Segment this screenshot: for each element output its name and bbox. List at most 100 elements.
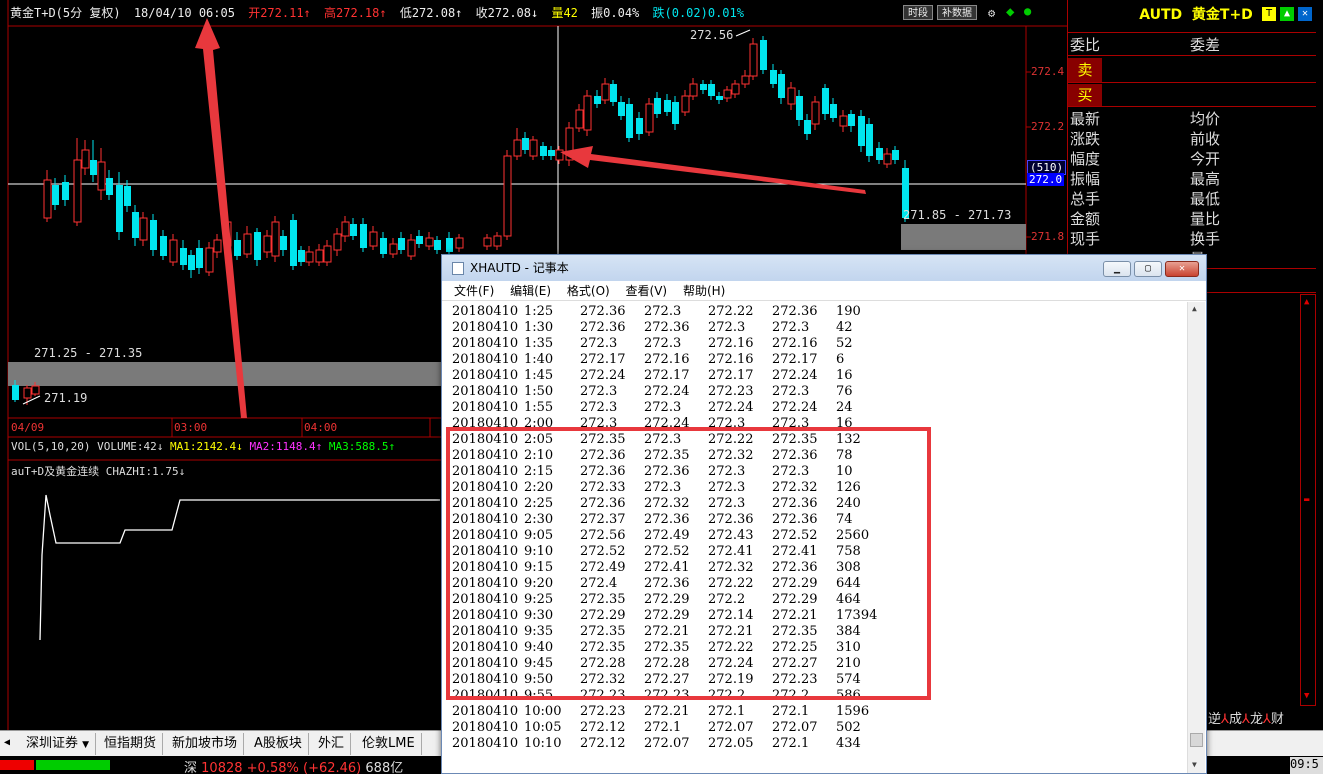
candle-body [610, 84, 617, 102]
notepad-cell: 272.3 [708, 480, 746, 495]
candle-body [234, 240, 241, 256]
notepad-cell: 272.21 [772, 608, 818, 623]
candle-body [503, 155, 512, 237]
notepad-cell: 464 [836, 592, 861, 607]
notepad-cell: 2:05 [524, 432, 554, 447]
minimize-button[interactable]: ▁ [1103, 261, 1131, 277]
menu-help[interactable]: 帮助(H) [683, 284, 725, 298]
pin-icon[interactable]: T [1262, 7, 1276, 21]
tab-singapore[interactable]: 新加坡市场 [166, 733, 245, 755]
candle-body [689, 83, 698, 97]
candle-body [116, 185, 123, 232]
notepad-cell: 272.2 [708, 592, 746, 607]
notepad-cell: 272.16 [644, 352, 690, 367]
scroll-down-icon[interactable]: ▼ [1304, 691, 1309, 701]
time-tick: 04/09 [11, 421, 45, 434]
candle-body [749, 43, 758, 77]
close-button[interactable]: ✕ [1165, 261, 1199, 277]
tab-hsi-futures[interactable]: 恒指期货 [98, 733, 164, 755]
notepad-cell: 272.25 [772, 640, 818, 655]
notepad-cell: 758 [836, 544, 861, 559]
menu-view[interactable]: 查看(V) [626, 284, 668, 298]
notepad-cell: 2:25 [524, 496, 554, 511]
candle-body [594, 96, 601, 104]
candle-body [43, 179, 52, 219]
notepad-cell: 272.3 [708, 416, 746, 431]
candle-body [522, 138, 529, 150]
notepad-cell: 9:50 [524, 672, 554, 687]
notepad-cell: 272.17 [708, 368, 754, 383]
notepad-cell: 272.2 [708, 688, 746, 703]
expand-icon[interactable]: ▲ [1280, 7, 1294, 21]
tab-shenzhen[interactable]: 深圳证券 ▼ [20, 733, 97, 755]
menu-edit[interactable]: 编辑(E) [510, 284, 551, 298]
notepad-cell: 1:40 [524, 352, 554, 367]
candle-body [796, 96, 803, 120]
menu-format[interactable]: 格式(O) [567, 284, 610, 298]
notepad-cell: 20180410 [452, 464, 519, 479]
panel-tabs[interactable]: 逆⅄成⅄龙⅄财 [1208, 708, 1318, 728]
notepad-cell: 52 [836, 336, 853, 351]
candle-body [360, 224, 367, 248]
notepad-cell: 272.41 [644, 560, 690, 575]
notepad-cell: 272.1 [772, 736, 810, 751]
tab-forex[interactable]: 外汇 [312, 733, 352, 755]
candle-body [124, 186, 131, 206]
candle-body [892, 150, 899, 160]
notepad-cell: 9:15 [524, 560, 554, 575]
close-icon[interactable]: ✕ [1298, 7, 1312, 21]
tab-a-share-sectors[interactable]: A股板块 [248, 733, 309, 755]
notepad-cell: 272.29 [644, 592, 690, 607]
notepad-cell: 272.29 [644, 608, 690, 623]
notepad-cell: 272.3 [772, 464, 810, 479]
notepad-cell: 272.32 [644, 496, 690, 511]
candle-body [822, 88, 829, 114]
notepad-cell: 272.41 [772, 544, 818, 559]
menu-file[interactable]: 文件(F) [454, 284, 494, 298]
notepad-window[interactable]: XHAUTD - 记事本 ▁ ▢ ✕ 文件(F) 编辑(E) 格式(O) 查看(… [441, 254, 1207, 774]
notepad-cell: 20180410 [452, 544, 519, 559]
notepad-cell: 20180410 [452, 640, 519, 655]
candle-body [160, 236, 167, 256]
notepad-cell: 20180410 [452, 560, 519, 575]
notepad-cell: 240 [836, 496, 861, 511]
notepad-cell: 1596 [836, 704, 870, 719]
notepad-cell: 24 [836, 400, 853, 415]
weibi-row: 委比 委差 [1070, 36, 1221, 54]
clock: 09:5 [1290, 757, 1323, 774]
notepad-titlebar[interactable]: XHAUTD - 记事本 [442, 255, 1206, 281]
candle-body [741, 75, 750, 85]
candle-body [811, 101, 820, 125]
notepad-cell: 1:50 [524, 384, 554, 399]
notepad-cell: 272.07 [708, 720, 754, 735]
tab-scroll-left-icon[interactable]: ◀ [4, 737, 10, 748]
notepad-cell: 272.19 [708, 672, 754, 687]
notepad-cell: 2560 [836, 528, 870, 543]
candle-body [341, 221, 350, 237]
candle-body [425, 237, 434, 247]
notepad-cell: 272.2 [772, 688, 810, 703]
tab-lme[interactable]: 伦敦LME [356, 733, 422, 755]
candle-body [271, 221, 280, 257]
candle-body [876, 148, 883, 160]
high-price-label: 272.56 [690, 28, 734, 42]
notepad-cell: 272.35 [580, 432, 626, 447]
notepad-cell: 6 [836, 352, 845, 367]
notepad-scrollbar[interactable]: ▲ ▼ [1187, 302, 1205, 773]
notepad-cell: 272.3 [708, 320, 746, 335]
maximize-button[interactable]: ▢ [1134, 261, 1162, 277]
scroll-up-icon[interactable]: ▲ [1304, 297, 1309, 307]
candle-body [839, 115, 848, 127]
scroll-thumb-icon[interactable]: ▬ [1304, 495, 1309, 505]
scroll-up-icon[interactable]: ▲ [1192, 304, 1197, 313]
panel-scrollbar[interactable]: ▲ ▬ ▼ [1300, 294, 1316, 706]
spread-indicator-label: auT+D及黄金连续 CHAZHI:1.75↓ [11, 465, 186, 478]
notepad-cell: 272.35 [772, 624, 818, 639]
candle-body [493, 235, 502, 247]
scroll-thumb[interactable] [1190, 733, 1203, 747]
candle-body [298, 250, 305, 262]
scroll-down-icon[interactable]: ▼ [1192, 760, 1197, 769]
field-label: 均价 [1190, 110, 1221, 128]
notepad-text-area[interactable]: 20180410 1:25 272.36 272.3 272.22 272.36 190 20… [442, 302, 1187, 773]
notepad-cell: 272.56 [580, 528, 626, 543]
